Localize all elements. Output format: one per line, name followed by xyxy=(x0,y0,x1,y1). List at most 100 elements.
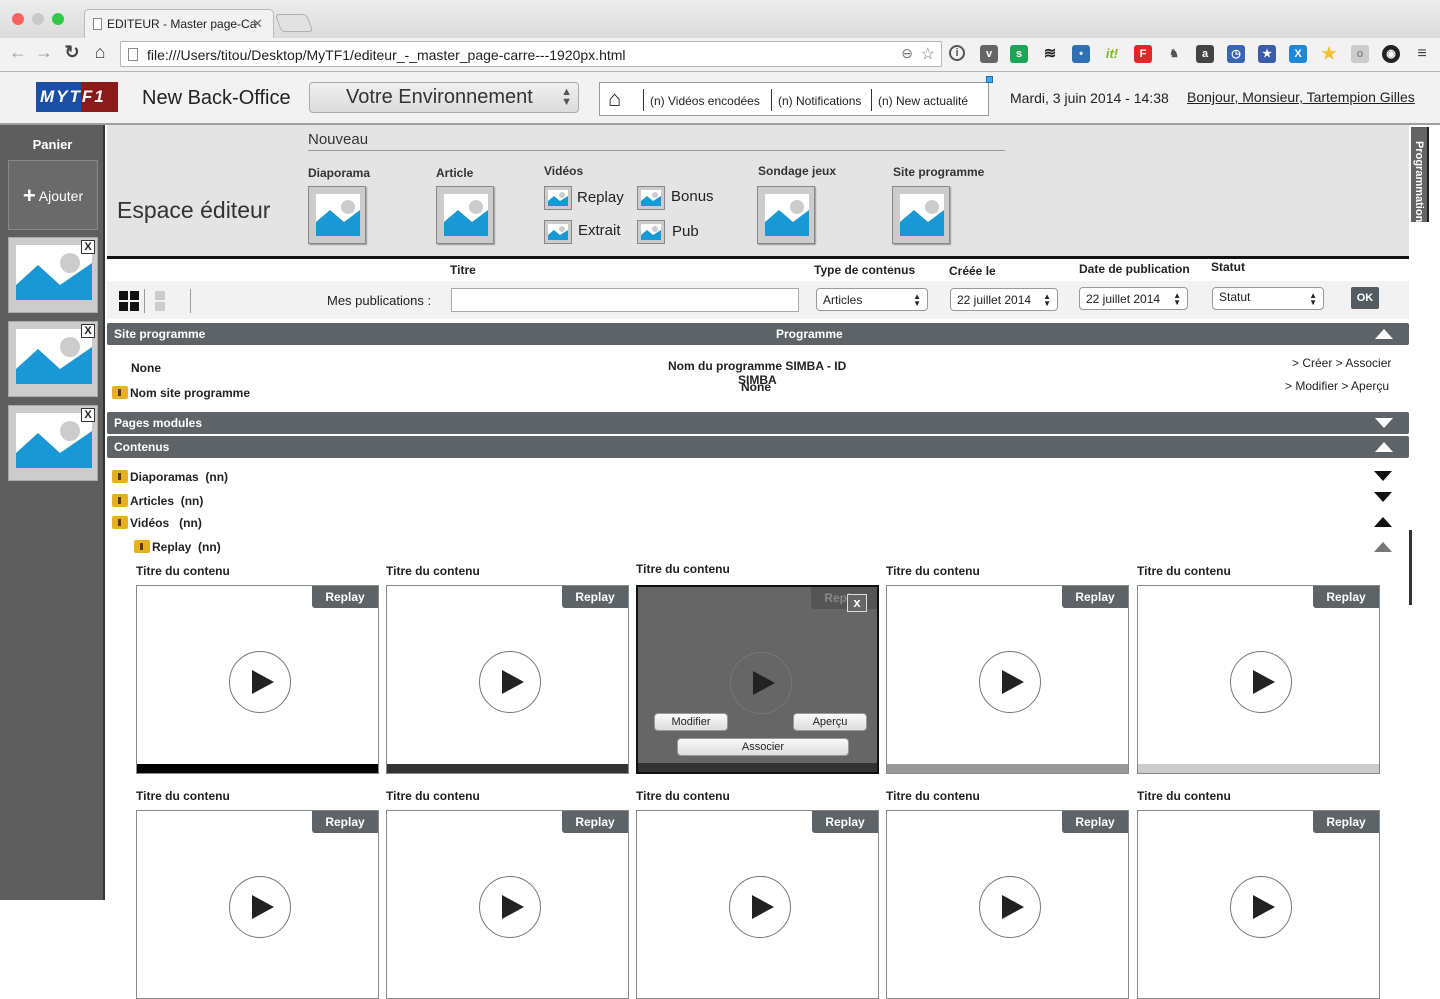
flipboard-icon[interactable]: F xyxy=(1134,45,1152,63)
environment-select[interactable]: Votre Environnement ▲ ▼ xyxy=(309,82,579,113)
programmation-tab[interactable]: Programmation xyxy=(1411,127,1429,222)
new-pub-button[interactable] xyxy=(637,220,665,244)
grid-view-icon[interactable] xyxy=(119,291,139,311)
modifier-button[interactable]: Modifier xyxy=(654,713,728,731)
content-card[interactable]: Replay xyxy=(136,810,379,999)
pub-label[interactable]: Pub xyxy=(672,223,699,240)
content-card[interactable]: Replay xyxy=(1137,810,1380,999)
star-bookmark-icon[interactable]: ★ xyxy=(1258,45,1276,63)
panier-item[interactable]: X xyxy=(8,321,98,397)
new-article-button[interactable] xyxy=(436,186,494,244)
office-icon[interactable]: o xyxy=(1351,45,1369,63)
new-extrait-button[interactable] xyxy=(544,220,572,244)
content-card[interactable]: Replay xyxy=(136,585,379,774)
statut-select[interactable]: Statut ▲ ▼ xyxy=(1212,287,1324,310)
x-extension-icon[interactable]: X xyxy=(1289,45,1307,63)
bookmark-star-icon[interactable]: ☆ xyxy=(921,44,935,64)
expand-diaporamas-icon[interactable] xyxy=(1374,471,1392,481)
play-icon[interactable] xyxy=(1230,651,1292,713)
menu-icon[interactable]: ≡ xyxy=(1413,45,1431,63)
creer-associer-links[interactable]: > Créer > Associer xyxy=(1292,356,1391,370)
list-view-icon[interactable] xyxy=(155,291,165,311)
mytf1-logo[interactable]: MYTF1 xyxy=(36,82,118,112)
play-icon[interactable] xyxy=(979,876,1041,938)
notif-notifications[interactable]: (n) Notifications xyxy=(771,89,861,111)
home-icon[interactable]: ⌂ xyxy=(90,42,110,63)
clock-icon[interactable]: ◷ xyxy=(1227,45,1245,63)
collapse-icon[interactable] xyxy=(1375,442,1393,452)
evernote-icon[interactable]: ♞ xyxy=(1165,45,1183,63)
collapse-replay-icon[interactable] xyxy=(1374,542,1392,552)
color-picker-icon[interactable]: ◉ xyxy=(1382,45,1400,63)
apercu-button[interactable]: Aperçu xyxy=(793,713,867,731)
tweetbot-icon[interactable]: • xyxy=(1072,45,1090,63)
content-card[interactable]: Replay xyxy=(886,810,1129,999)
folder-diaporamas[interactable]: Diaporamas (nn) xyxy=(112,470,228,484)
add-button[interactable]: + Ajouter xyxy=(8,160,98,230)
maximize-window-icon[interactable] xyxy=(52,13,64,25)
forward-icon[interactable]: → xyxy=(34,42,54,63)
extrait-label[interactable]: Extrait xyxy=(578,222,621,239)
1password-icon[interactable]: i xyxy=(949,45,965,61)
folder-videos[interactable]: Vidéos (nn) xyxy=(112,516,202,530)
bonus-label[interactable]: Bonus xyxy=(671,188,714,205)
content-card[interactable]: Replay xyxy=(386,585,629,774)
browser-tab[interactable]: EDITEUR - Master page-Ca ✕ xyxy=(84,9,274,38)
remove-item-button[interactable]: X xyxy=(81,408,95,422)
ok-button[interactable]: OK xyxy=(1351,287,1379,309)
play-icon[interactable] xyxy=(979,651,1041,713)
panier-item[interactable]: X xyxy=(8,237,98,313)
panier-item[interactable]: X xyxy=(8,405,98,481)
play-icon[interactable] xyxy=(730,652,792,714)
play-icon[interactable] xyxy=(229,651,291,713)
notif-videos-encodees[interactable]: (n) Vidéos encodées xyxy=(643,89,760,111)
content-card[interactable]: Replay xyxy=(1137,585,1380,774)
associer-button[interactable]: Associer xyxy=(677,738,849,756)
home-icon[interactable]: ⌂ xyxy=(608,86,621,112)
close-tab-icon[interactable]: ✕ xyxy=(252,16,263,32)
close-window-icon[interactable] xyxy=(12,13,24,25)
scoopit-icon[interactable]: it! xyxy=(1103,45,1121,63)
address-bar[interactable]: file:///Users/titou/Desktop/MyTF1/editeu… xyxy=(120,41,942,67)
content-card[interactable]: Replay xyxy=(636,810,879,999)
collapse-icon[interactable] xyxy=(1375,329,1393,339)
contenus-header[interactable]: Contenus xyxy=(107,436,1409,458)
replay-label[interactable]: Replay xyxy=(577,189,624,206)
type-select[interactable]: Articles ▲ ▼ xyxy=(816,288,928,311)
folder-replay[interactable]: Replay (nn) xyxy=(134,540,221,554)
titre-search-input[interactable] xyxy=(451,288,799,312)
content-card[interactable]: Replay xyxy=(886,585,1129,774)
content-card[interactable]: Replay x Modifier Aperçu Associer xyxy=(636,585,879,774)
new-sondage-button[interactable] xyxy=(757,186,815,244)
zoom-icon[interactable]: ⊖ xyxy=(901,45,913,62)
expand-articles-icon[interactable] xyxy=(1374,492,1392,502)
pocket-icon[interactable]: v xyxy=(980,45,998,63)
new-site-programme-button[interactable] xyxy=(892,186,950,244)
new-diaporama-button[interactable] xyxy=(308,186,366,244)
new-replay-button[interactable] xyxy=(544,186,572,210)
creee-select[interactable]: 22 juillet 2014 ▲ ▼ xyxy=(950,288,1058,311)
new-tab-button[interactable] xyxy=(274,14,314,32)
back-icon[interactable]: ← xyxy=(8,42,28,63)
pages-modules-header[interactable]: Pages modules xyxy=(107,412,1409,434)
reload-icon[interactable]: ↻ xyxy=(62,42,82,63)
resize-handle[interactable] xyxy=(986,76,993,83)
user-greeting-link[interactable]: Bonjour, Monsieur, Tartempion Gilles xyxy=(1187,89,1415,105)
remove-item-button[interactable]: X xyxy=(81,240,95,254)
minimize-window-icon[interactable] xyxy=(32,13,44,25)
site-programme-header[interactable]: Site programme Programme xyxy=(107,323,1409,345)
yellow-star-icon[interactable]: ★ xyxy=(1320,45,1338,63)
close-card-icon[interactable]: x xyxy=(847,594,867,612)
buffer-icon[interactable]: ≋ xyxy=(1041,45,1059,63)
expand-icon[interactable] xyxy=(1375,418,1393,428)
folder-articles[interactable]: Articles (nn) xyxy=(112,494,203,508)
play-icon[interactable] xyxy=(479,876,541,938)
new-bonus-button[interactable] xyxy=(637,186,665,210)
play-icon[interactable] xyxy=(229,876,291,938)
modifier-apercu-links[interactable]: > Modifier > Aperçu xyxy=(1285,379,1389,393)
amazon-icon[interactable]: a xyxy=(1196,45,1214,63)
play-icon[interactable] xyxy=(729,876,791,938)
remove-item-button[interactable]: X xyxy=(81,324,95,338)
green-sync-icon[interactable]: s xyxy=(1010,45,1028,63)
collapse-videos-icon[interactable] xyxy=(1374,517,1392,527)
